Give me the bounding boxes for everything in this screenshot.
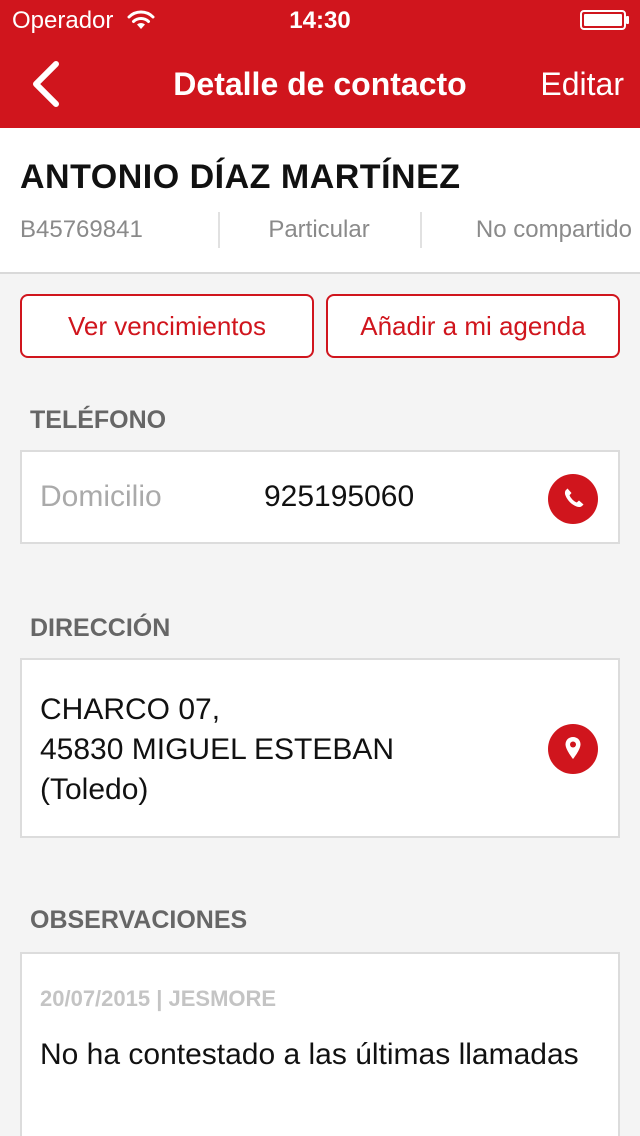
address-line: 45830 MIGUEL ESTEBAN xyxy=(40,733,395,766)
contact-type: Particular xyxy=(268,216,370,243)
view-due-dates-button[interactable]: Ver vencimientos xyxy=(20,294,314,358)
address-line: (Toledo) xyxy=(40,773,149,806)
phone-card: Domicilio 925195060 xyxy=(20,450,620,544)
nav-bar: Detalle de contacto Editar xyxy=(0,40,640,128)
contact-name: ANTONIO DÍAZ MARTÍNEZ xyxy=(20,158,461,196)
page-title: Detalle de contacto xyxy=(173,66,467,102)
chevron-left-icon xyxy=(33,61,59,107)
call-button[interactable] xyxy=(548,474,598,524)
add-to-agenda-button[interactable]: Añadir a mi agenda xyxy=(326,294,620,358)
address-text: CHARCO 07, 45830 MIGUEL ESTEBAN (Toledo) xyxy=(40,690,394,810)
location-pin-icon xyxy=(565,737,581,759)
battery-icon xyxy=(580,10,629,30)
edit-button[interactable]: Editar xyxy=(540,66,624,103)
address-card: CHARCO 07, 45830 MIGUEL ESTEBAN (Toledo) xyxy=(20,658,620,838)
map-button[interactable] xyxy=(548,724,598,774)
phone-number: 925195060 xyxy=(264,480,415,513)
observation-card: 20/07/2015 | JESMORE No ha contestado a … xyxy=(20,952,620,1136)
contact-meta-row: B45769841 Particular No compartido xyxy=(0,212,640,248)
observation-text: No ha contestado a las últimas llamadas xyxy=(40,1038,579,1071)
clock: 14:30 xyxy=(289,7,351,34)
phone-icon xyxy=(564,488,584,508)
observations-section-title: OBSERVACIONES xyxy=(30,906,248,934)
contact-id: B45769841 xyxy=(20,216,143,243)
phone-section-title: TELÉFONO xyxy=(30,406,167,434)
address-section-title: DIRECCIÓN xyxy=(30,614,171,642)
app-header: Operador 14:30 Detalle de contacto Edita… xyxy=(0,0,640,128)
contact-header: ANTONIO DÍAZ MARTÍNEZ B45769841 Particul… xyxy=(0,128,640,274)
status-bar: Operador 14:30 xyxy=(0,0,640,40)
back-button[interactable] xyxy=(22,56,78,112)
sharing-status: No compartido xyxy=(475,216,632,243)
address-line: CHARCO 07, xyxy=(40,693,221,726)
phone-type: Domicilio xyxy=(40,480,162,513)
observation-meta: 20/07/2015 | JESMORE xyxy=(40,986,277,1011)
